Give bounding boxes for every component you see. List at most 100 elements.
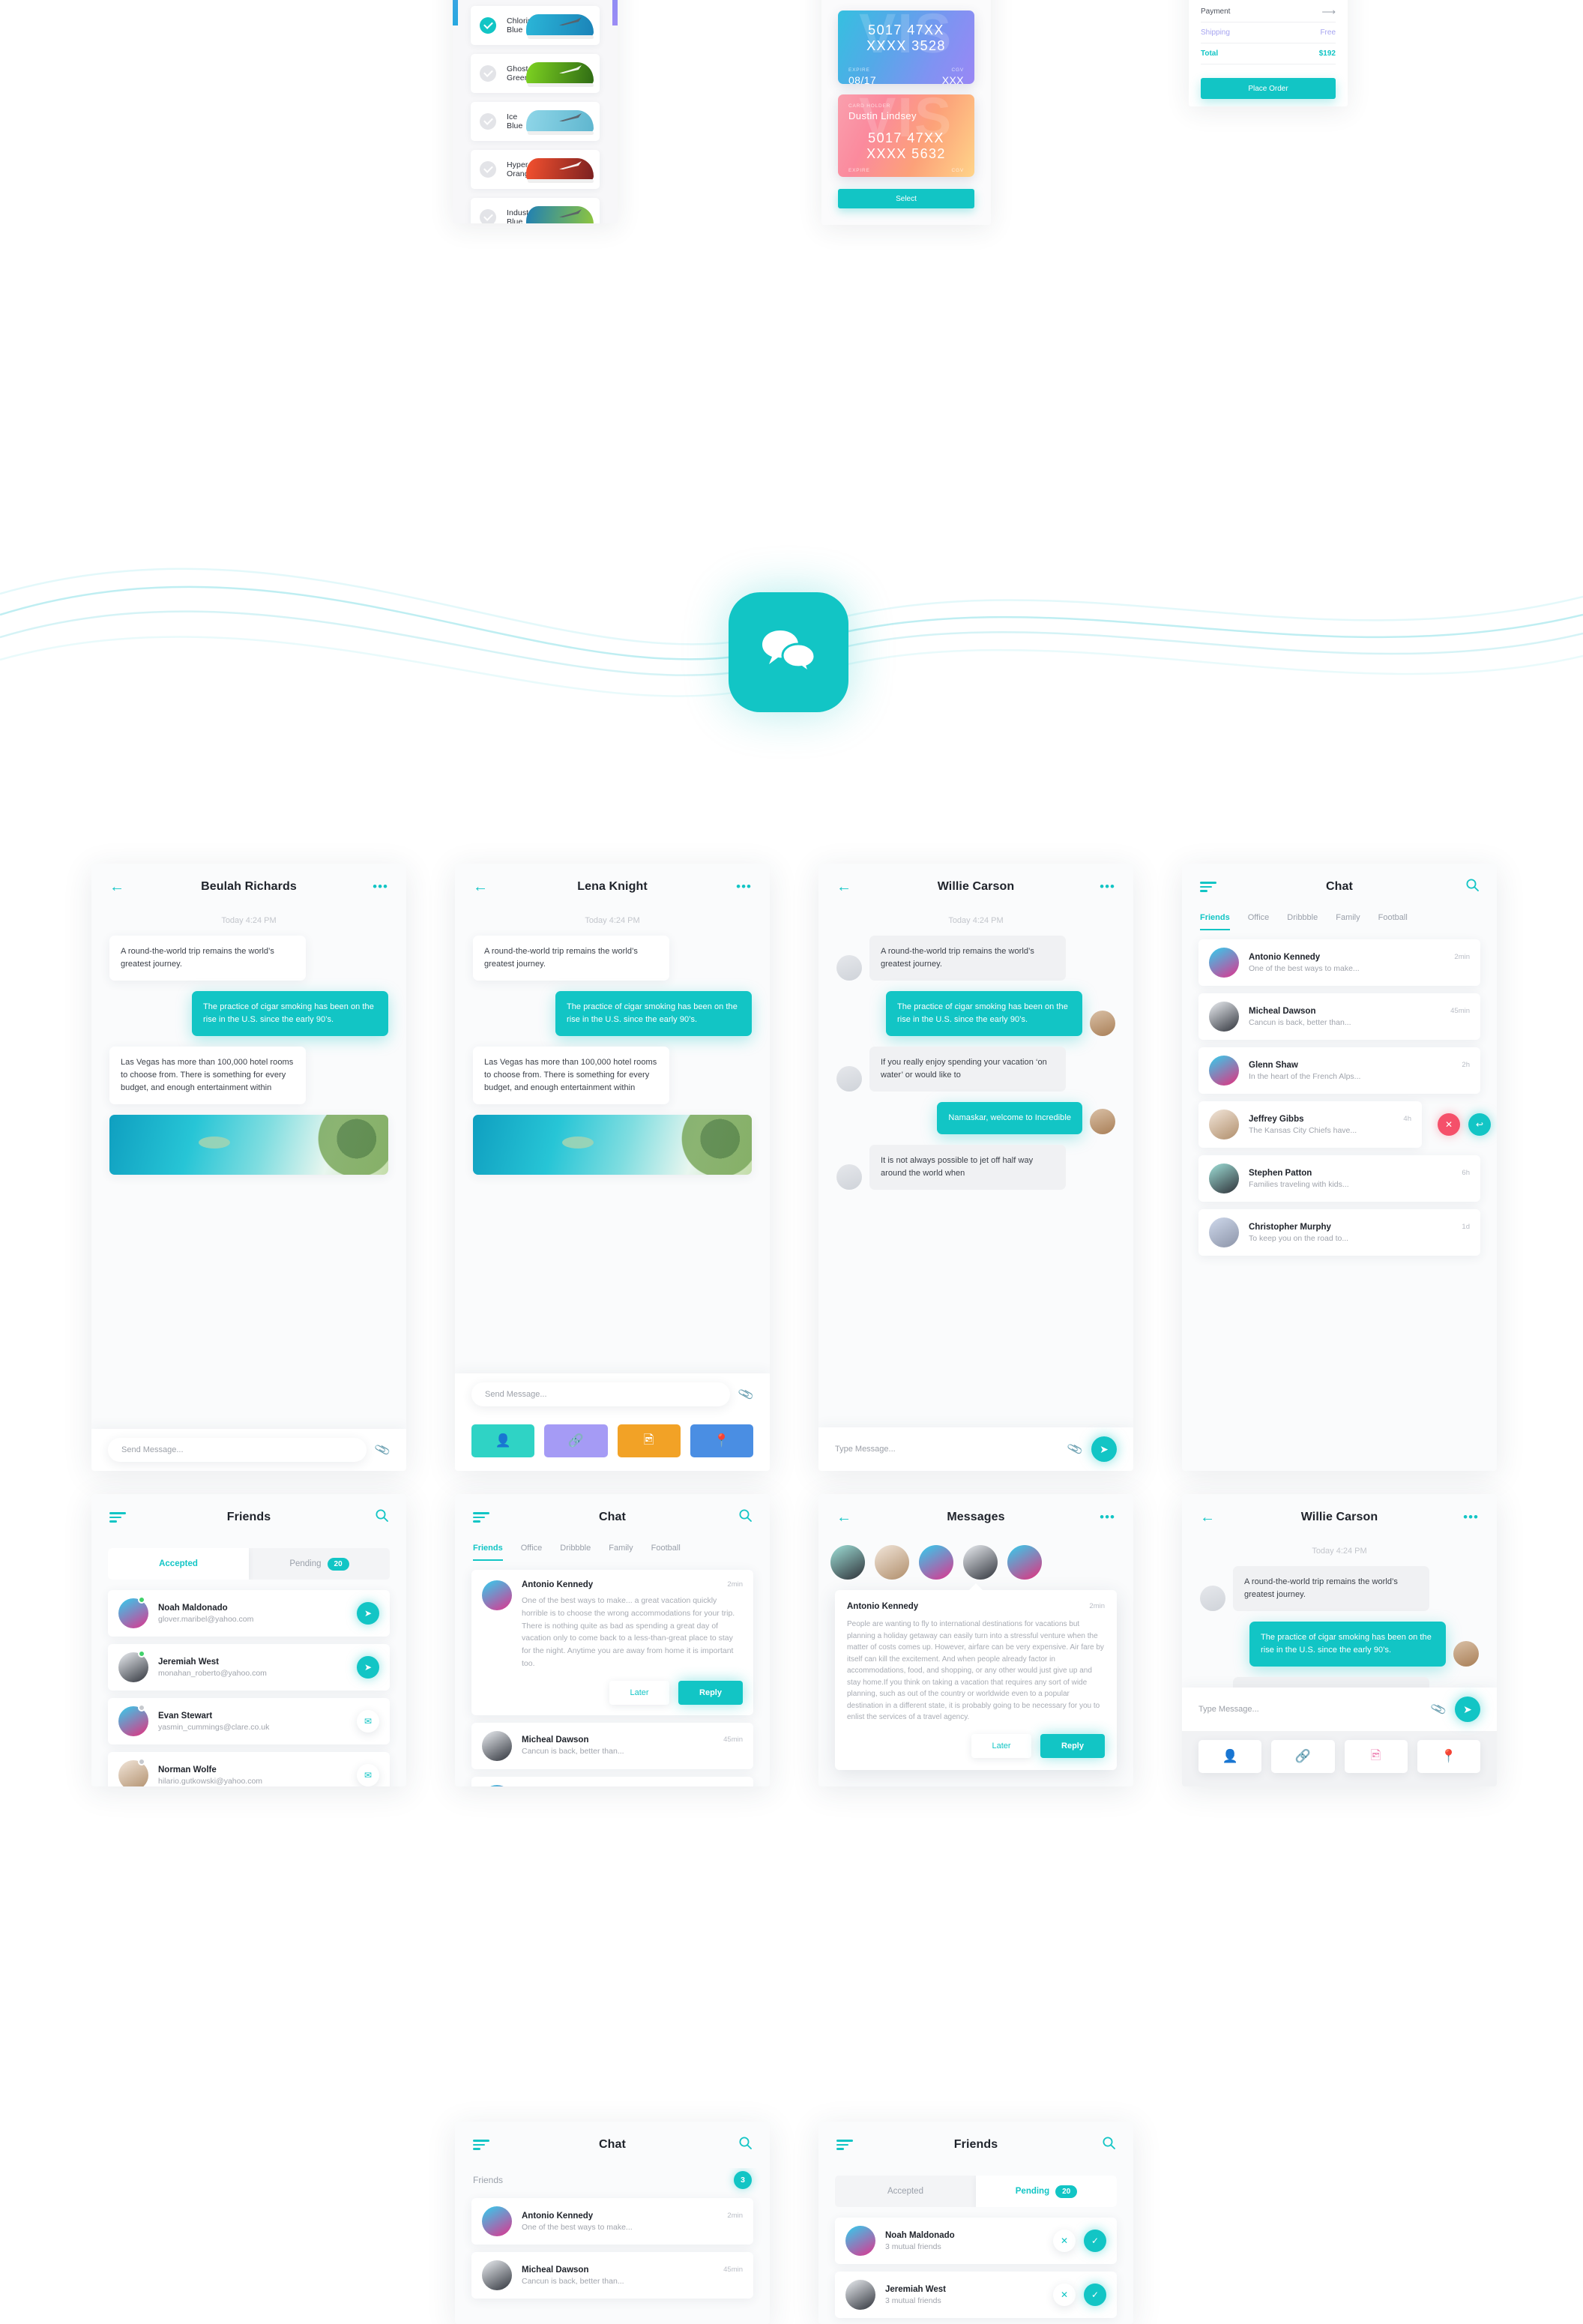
more-options-icon[interactable]: •••	[1096, 1510, 1115, 1525]
tab-office[interactable]: Office	[1248, 913, 1270, 930]
friend-row[interactable]: Noah Maldonado glover.maribel@yahoo.com ➤	[108, 1590, 390, 1637]
decline-icon[interactable]: ✕	[1053, 2230, 1076, 2252]
attachment-icon[interactable]: 📎	[1430, 1700, 1447, 1718]
send-button[interactable]: ➤	[1091, 1436, 1117, 1462]
chat-list-row[interactable]: Antonio Kennedy 2min One of the best ways …	[471, 2198, 753, 2245]
search-icon[interactable]	[732, 2137, 752, 2153]
attachment-icon[interactable]: 📎	[374, 1441, 391, 1458]
tab-football[interactable]: Football	[651, 1544, 681, 1561]
segment-pending[interactable]: Pending 20	[249, 1548, 390, 1580]
message-input[interactable]: Send Message...	[471, 1382, 731, 1406]
menu-icon[interactable]	[473, 1512, 492, 1523]
menu-icon[interactable]	[1200, 882, 1219, 892]
tab-dribbble[interactable]: Dribbble	[1287, 913, 1318, 930]
menu-icon[interactable]	[473, 2140, 492, 2150]
avatar[interactable]	[963, 1545, 998, 1580]
chat-list-row[interactable]: Micheal Dawson 45min Cancun is back, bette…	[1198, 993, 1480, 1040]
reply-button[interactable]: Reply	[678, 1680, 743, 1705]
check-icon[interactable]	[480, 65, 496, 82]
shoe-option-row[interactable]: Ice Blue	[471, 102, 600, 141]
send-icon[interactable]: ➤	[357, 1656, 379, 1679]
tab-dribbble[interactable]: Dribbble	[560, 1544, 591, 1561]
mail-icon[interactable]: ✉	[357, 1764, 379, 1786]
send-icon[interactable]: ➤	[357, 1602, 379, 1625]
chat-list-row[interactable]: Micheal Dawson 45min Cancun is back, bette…	[471, 1722, 753, 1769]
segment-accepted[interactable]: Accepted	[835, 2176, 976, 2207]
chat-list-row[interactable]: Antonio Kennedy 2min One of the best ways …	[1198, 939, 1480, 986]
contact-icon[interactable]: 👤	[471, 1424, 535, 1457]
chat-list-row[interactable]: Stephen Patton 6h Families traveling with …	[1198, 1155, 1480, 1202]
message-input[interactable]: Type Message...	[835, 1437, 1060, 1461]
chat-list-row[interactable]: Jeffrey Gibbs 4h The Kansas City Chiefs ha…	[1198, 1101, 1491, 1148]
tab-family[interactable]: Family	[1336, 913, 1360, 930]
tab-family[interactable]: Family	[609, 1544, 633, 1561]
chat-list-row[interactable]: Micheal Dawson 45min Cancun is back, bette…	[471, 2252, 753, 2299]
credit-card-primary[interactable]: VIS 5017 47XX XXXX 3528 EXPIRE 08/17 CGV…	[838, 10, 974, 84]
tab-friends[interactable]: Friends	[473, 1544, 503, 1561]
photo-icon[interactable]: 🖻	[1344, 1740, 1408, 1773]
friend-row[interactable]: Jeremiah West monahan_roberto@yahoo.com ➤	[108, 1644, 390, 1691]
friend-request-row[interactable]: Jeremiah West 3 mutual friends ✕ ✓	[835, 2272, 1117, 2318]
back-icon[interactable]: ←	[1200, 1510, 1219, 1525]
tab-friends[interactable]: Friends	[1200, 913, 1230, 930]
contact-icon[interactable]: 👤	[1198, 1740, 1262, 1773]
send-button[interactable]: ➤	[1455, 1697, 1480, 1722]
chat-list-row[interactable]: Glenn Shaw2hIn the heart of the French A…	[1198, 1047, 1480, 1094]
check-icon[interactable]	[480, 113, 496, 130]
shoe-option-row[interactable]: Industrial Blue	[471, 198, 600, 223]
more-options-icon[interactable]: •••	[1459, 1510, 1479, 1525]
avatar[interactable]	[1007, 1545, 1042, 1580]
later-button[interactable]: Later	[609, 1680, 669, 1705]
friend-row[interactable]: Norman Wolfe hilario.gutkowski@yahoo.com ✉	[108, 1752, 390, 1786]
payment-row[interactable]: Payment ⟶	[1201, 1, 1336, 22]
search-icon[interactable]	[732, 1509, 752, 1526]
place-order-button[interactable]: Place Order	[1201, 78, 1336, 99]
attachment-icon[interactable]: 📎	[1067, 1440, 1084, 1457]
menu-icon[interactable]	[836, 2140, 856, 2150]
accept-icon[interactable]: ✓	[1084, 2230, 1106, 2252]
avatar[interactable]	[830, 1545, 865, 1580]
check-icon[interactable]	[480, 161, 496, 178]
search-icon[interactable]	[1096, 2137, 1115, 2153]
friend-row[interactable]: Evan Stewart yasmin_cummings@clare.co.uk ✉	[108, 1698, 390, 1744]
menu-icon[interactable]	[109, 1512, 129, 1523]
avatar[interactable]	[875, 1545, 909, 1580]
message-input[interactable]: Send Message...	[108, 1438, 367, 1462]
avatar[interactable]	[919, 1545, 953, 1580]
segment-pending[interactable]: Pending 20	[976, 2176, 1117, 2207]
chat-list-row[interactable]: Glenn Shaw2hIn the heart of the French A…	[471, 1776, 753, 1786]
credit-card-secondary[interactable]: VIS CARD HOLDER Dustin Lindsey 5017 47XX…	[838, 94, 974, 177]
tab-office[interactable]: Office	[521, 1544, 543, 1561]
close-icon[interactable]: ✕	[1438, 1113, 1460, 1136]
later-button[interactable]: Later	[971, 1733, 1031, 1758]
photo-message[interactable]	[473, 1115, 752, 1175]
more-options-icon[interactable]: •••	[1096, 879, 1115, 894]
select-card-button[interactable]: Select	[838, 189, 974, 208]
search-icon[interactable]	[1459, 879, 1479, 895]
back-icon[interactable]: ←	[836, 879, 856, 894]
mail-icon[interactable]: ✉	[357, 1710, 379, 1733]
tab-football[interactable]: Football	[1378, 913, 1408, 930]
location-icon[interactable]: 📍	[690, 1424, 753, 1457]
shoe-option-row[interactable]: Chlorine Blue	[471, 6, 600, 45]
more-options-icon[interactable]: •••	[732, 879, 752, 894]
reply-button[interactable]: Reply	[1040, 1733, 1105, 1758]
shoe-option-row[interactable]: Hyper Orange	[471, 150, 600, 189]
shoe-option-row[interactable]: Ghost Green	[471, 54, 600, 93]
back-icon[interactable]: ←	[109, 879, 129, 894]
attachment-icon[interactable]: 📎	[738, 1385, 755, 1403]
back-icon[interactable]: ←	[473, 879, 492, 894]
decline-icon[interactable]: ✕	[1053, 2284, 1076, 2306]
photo-icon[interactable]: 🖻	[617, 1424, 681, 1457]
reply-icon[interactable]: ↩	[1468, 1113, 1491, 1136]
segment-accepted[interactable]: Accepted	[108, 1548, 249, 1580]
location-icon[interactable]: 📍	[1417, 1740, 1480, 1773]
photo-message[interactable]	[109, 1115, 388, 1175]
search-icon[interactable]	[369, 1509, 388, 1526]
friend-request-row[interactable]: Noah Maldonado 3 mutual friends ✕ ✓	[835, 2218, 1117, 2264]
message-input[interactable]: Type Message...	[1198, 1697, 1423, 1721]
chat-list-row[interactable]: Christopher Murphy 1d To keep you on the r…	[1198, 1209, 1480, 1256]
link-icon[interactable]: 🔗	[1271, 1740, 1335, 1773]
accept-icon[interactable]: ✓	[1084, 2284, 1106, 2306]
more-options-icon[interactable]: •••	[369, 879, 388, 894]
